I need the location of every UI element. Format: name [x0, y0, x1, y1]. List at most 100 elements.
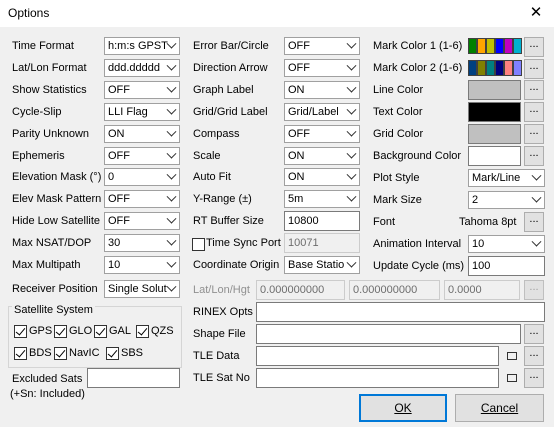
mark-color-cell[interactable] — [513, 38, 522, 54]
latlon-button[interactable]: ... — [524, 280, 544, 300]
col1-select-4[interactable]: ON — [104, 125, 180, 143]
col2-control-7[interactable]: 5m — [284, 190, 360, 208]
satsys-label-bds: BDS — [29, 347, 52, 359]
satsys-label-navic: NavIC — [69, 347, 100, 359]
tle-data-input[interactable] — [256, 346, 499, 366]
mark-color-cell[interactable] — [486, 38, 495, 54]
col1-value-1: ddd.ddddd — [108, 62, 160, 74]
col1-label-0: Time Format — [12, 40, 74, 52]
satsys-label-qzs: QZS — [151, 325, 174, 337]
checkbox-sbs[interactable] — [106, 347, 119, 360]
tle-data-view-button[interactable] — [502, 346, 522, 366]
bg-color-swatch[interactable] — [468, 146, 521, 166]
col2-label-6: Auto Fit — [193, 171, 231, 183]
chevron-down-icon — [166, 60, 177, 71]
line-color-swatch[interactable] — [468, 80, 521, 100]
checkbox-glo[interactable] — [54, 325, 67, 338]
mark-color2-button[interactable]: ... — [524, 59, 544, 79]
bg-color-button[interactable]: ... — [524, 146, 544, 166]
satsys-label-sbs: SBS — [121, 347, 144, 359]
rinex-opts-input[interactable] — [256, 302, 545, 322]
tle-data-button[interactable]: ... — [524, 346, 544, 366]
col1-label-5: Ephemeris — [12, 150, 65, 162]
col2-control-10[interactable]: Base Statio — [284, 256, 360, 274]
line-color-button[interactable]: ... — [524, 80, 544, 100]
checkbox-navic[interactable] — [54, 347, 67, 360]
col2-control-2[interactable]: ON — [284, 81, 360, 99]
mark-color-cell[interactable] — [495, 60, 504, 76]
mark-color-cell[interactable] — [486, 60, 495, 76]
col1-select-10[interactable]: 10 — [104, 256, 180, 274]
col2-label-3: Grid/Grid Label — [193, 106, 268, 118]
col2-value-2: ON — [288, 84, 305, 96]
mark-color-cell[interactable] — [468, 38, 477, 54]
close-icon[interactable]: ✕ — [522, 2, 550, 24]
col1-select-9[interactable]: 30 — [104, 234, 180, 252]
col1-select-3[interactable]: LLI Flag — [104, 103, 180, 121]
col2-control-0[interactable]: OFF — [284, 37, 360, 55]
col1-select-6[interactable]: 0 — [104, 168, 180, 186]
text-color-swatch[interactable] — [468, 102, 521, 122]
col2-label-10: Coordinate Origin — [193, 259, 280, 271]
col1-select-11[interactable]: Single Solut — [104, 280, 180, 298]
col1-select-1[interactable]: ddd.ddddd — [104, 59, 180, 77]
checkbox-bds[interactable] — [14, 347, 27, 360]
col2-control-4[interactable]: OFF — [284, 125, 360, 143]
excluded-sats-note: (+Sn: Included) — [10, 388, 85, 400]
checkbox-gal[interactable] — [94, 325, 107, 338]
col2-control-6[interactable]: ON — [284, 168, 360, 186]
col1-select-7[interactable]: OFF — [104, 190, 180, 208]
anim-interval-select[interactable]: 10 — [468, 235, 545, 253]
chevron-down-icon — [346, 82, 357, 93]
col1-select-2[interactable]: OFF — [104, 81, 180, 99]
grid-color-swatch[interactable] — [468, 124, 521, 144]
ok-label: OK — [394, 401, 412, 415]
col1-value-5: OFF — [108, 150, 130, 162]
font-button[interactable]: ... — [524, 212, 544, 232]
col2-control-9[interactable]: 10071 — [284, 233, 360, 253]
chevron-down-icon — [166, 104, 177, 115]
mark-color-cell[interactable] — [504, 60, 513, 76]
col1-select-0[interactable]: h:m:s GPST — [104, 37, 180, 55]
ok-button[interactable]: OK — [359, 394, 447, 422]
mark-color-cell[interactable] — [504, 38, 513, 54]
text-color-button[interactable]: ... — [524, 102, 544, 122]
mark-color-cell[interactable] — [477, 60, 486, 76]
excluded-sats-input[interactable] — [87, 368, 180, 388]
chevron-down-icon — [166, 257, 177, 268]
col2-control-5[interactable]: ON — [284, 147, 360, 165]
col1-select-8[interactable]: OFF — [104, 212, 180, 230]
mark-color2-label: Mark Color 2 (1-6) — [373, 62, 463, 74]
lat-input[interactable]: 0.000000000 — [256, 280, 345, 300]
mark-color-cell[interactable] — [513, 60, 522, 76]
col2-control-3[interactable]: Grid/Label — [284, 103, 360, 121]
col2-control-8[interactable]: 10800 — [284, 211, 360, 231]
col1-select-5[interactable]: OFF — [104, 147, 180, 165]
tle-sat-button[interactable]: ... — [524, 368, 544, 388]
mark-color1-button[interactable]: ... — [524, 37, 544, 57]
mark-size-label: Mark Size — [373, 194, 422, 206]
mark-color-cell[interactable] — [477, 38, 486, 54]
col2-label-7: Y-Range (±) — [193, 193, 252, 205]
cancel-button[interactable]: Cancel — [455, 394, 544, 422]
chevron-down-icon — [166, 148, 177, 159]
mark-color-cell[interactable] — [495, 38, 504, 54]
time-sync-checkbox[interactable] — [192, 238, 205, 251]
plot-style-select[interactable]: Mark/Line — [468, 169, 545, 187]
checkbox-gps[interactable] — [14, 325, 27, 338]
checkbox-qzs[interactable] — [136, 325, 149, 338]
mark-color-cell[interactable] — [468, 60, 477, 76]
shape-file-button[interactable]: ... — [524, 324, 544, 344]
tle-sat-input[interactable] — [256, 368, 499, 388]
chevron-down-icon — [346, 169, 357, 180]
line-color-label: Line Color — [373, 84, 424, 96]
satellite-system-title: Satellite System — [12, 303, 95, 317]
lon-input[interactable]: 0.000000000 — [349, 280, 440, 300]
col2-control-1[interactable]: OFF — [284, 59, 360, 77]
update-cycle-input[interactable]: 100 — [468, 256, 545, 276]
shape-file-input[interactable] — [256, 324, 521, 344]
grid-color-button[interactable]: ... — [524, 124, 544, 144]
hgt-input[interactable]: 0.0000 — [444, 280, 520, 300]
mark-size-select[interactable]: 2 — [468, 191, 545, 209]
tle-sat-view-button[interactable] — [502, 368, 522, 388]
